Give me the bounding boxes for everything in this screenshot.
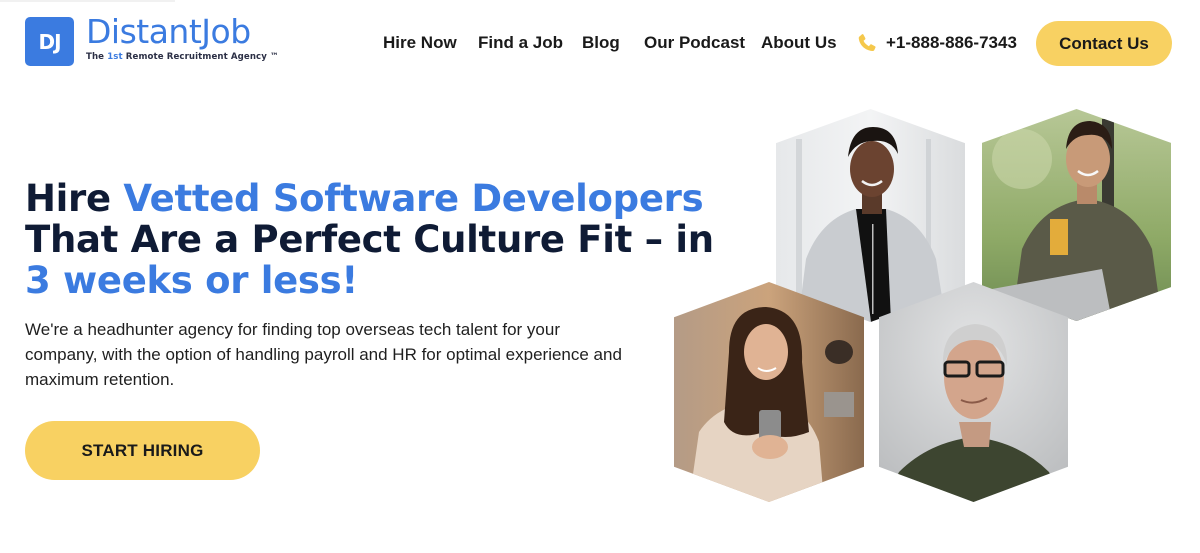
nav-find-a-job[interactable]: Find a Job [478, 32, 563, 54]
logo-text: DistantJob The 1st Remote Recruitment Ag… [86, 12, 279, 63]
nav-about-us[interactable]: About Us [761, 32, 837, 54]
hero-title: Hire Vetted Software Developers That Are… [25, 177, 714, 302]
phone-icon [856, 32, 878, 54]
nav-hire-now[interactable]: Hire Now [383, 32, 457, 54]
hero-description: We're a headhunter agency for finding to… [25, 320, 622, 389]
hero-title-part1: Hire [25, 177, 124, 220]
phone-number: +1-888-886-7343 [886, 33, 1017, 52]
tagline-post: Remote Recruitment Agency ™ [122, 52, 279, 62]
logo-tagline: The 1st Remote Recruitment Agency ™ [86, 52, 279, 62]
hero-title-line-3: 3 weeks or less! [25, 259, 358, 302]
hex-photo-man-outdoors [982, 109, 1171, 321]
hero-title-line-2: That Are a Perfect Culture Fit – in [25, 218, 714, 261]
nav-blog[interactable]: Blog [582, 32, 620, 54]
phone-link[interactable]: +1-888-886-7343 [856, 32, 1017, 54]
hex-photo-man-glasses [879, 282, 1068, 502]
hex-photo-woman-phone [674, 282, 864, 502]
logo-name: DistantJob [86, 12, 251, 51]
hero-title-line-1: Hire Vetted Software Developers [25, 177, 704, 220]
tagline-pre: The [86, 52, 108, 62]
hero-title-highlight: Vetted Software Developers [123, 177, 704, 220]
contact-us-button[interactable]: Contact Us [1036, 21, 1172, 66]
hex-photo-woman-blazer [776, 109, 965, 322]
nav-our-podcast[interactable]: Our Podcast [644, 32, 745, 54]
logo-link[interactable]: DJ DistantJob The 1st Remote Recruitment… [25, 13, 279, 66]
tagline-accent: 1st [107, 52, 123, 62]
start-hiring-button[interactable]: START HIRING [25, 421, 260, 480]
site-header: DJ DistantJob The 1st Remote Recruitment… [0, 0, 1200, 86]
logo-mark: DJ [25, 17, 74, 66]
